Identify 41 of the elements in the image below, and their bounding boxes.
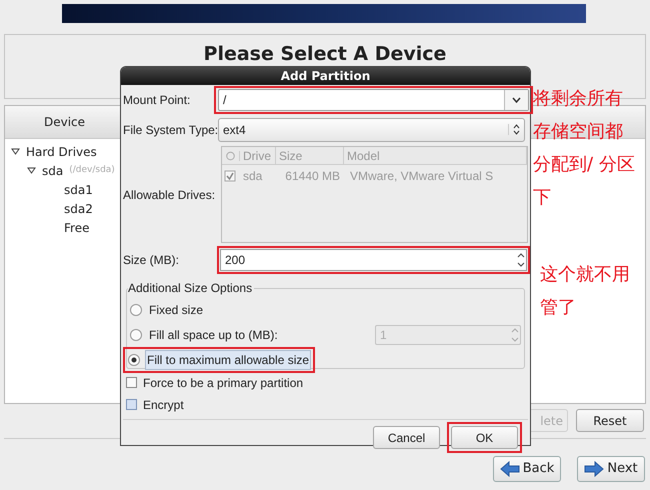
mount-point-combo[interactable]: / <box>218 89 529 111</box>
chevron-down-icon <box>512 97 521 103</box>
spin-value: 200 <box>224 252 246 269</box>
dialog-button[interactable]: Cancel <box>373 426 440 449</box>
nav-button[interactable]: Back <box>493 456 561 482</box>
annotation-note: 将剩余所有 存储空间都 分配到/ 分区 下 <box>533 87 635 210</box>
radio-label[interactable]: Fixed size <box>147 300 206 320</box>
right-arrow-icon <box>584 461 604 477</box>
table-cell-text: sda <box>242 168 264 185</box>
page-title: Please Select A Device <box>204 43 446 65</box>
spin-value: 1 <box>379 326 388 344</box>
spin-arrows-icon <box>517 252 525 268</box>
annotation-note: 这个就不用 管了 <box>540 263 630 320</box>
up-down-chevron-icon <box>513 124 520 135</box>
radio-label[interactable]: Fill to maximum allowable size <box>145 350 312 370</box>
table-cell-text: 61440 MB <box>284 168 341 185</box>
field-label: Size (MB): <box>123 252 180 269</box>
checkbox-label[interactable]: Encrypt <box>143 396 184 414</box>
spin-arrows-icon <box>511 326 519 342</box>
tree-item[interactable]: Free <box>64 218 90 236</box>
device-path: (/dev/sda) <box>69 164 115 177</box>
field-label: File System Type: <box>123 122 220 138</box>
nav-button[interactable]: Next <box>577 456 645 482</box>
table-cell-text: VMware, VMware Virtual S <box>349 168 494 185</box>
combo-value: / <box>222 92 228 109</box>
size-spinbox[interactable]: 200 <box>220 249 527 271</box>
tree-item[interactable]: sda <box>42 162 64 180</box>
group-title: Additional Size Options <box>128 280 254 296</box>
left-arrow-icon <box>500 461 520 477</box>
file-system-dropdown[interactable]: ext4 <box>218 118 525 142</box>
radio-label[interactable]: Fill all space up to (MB): <box>147 324 280 344</box>
dialog-button[interactable]: OK <box>451 426 518 449</box>
field-label: Mount Point: <box>123 92 192 109</box>
table-button[interactable]: Reset <box>576 409 644 432</box>
dropdown-value: ext4 <box>222 122 247 138</box>
tree-item[interactable]: sda2 <box>64 200 93 218</box>
tree-item[interactable]: Hard Drives <box>26 142 97 160</box>
tree-item[interactable]: sda1 <box>64 180 93 198</box>
dialog-title: Add Partition <box>121 67 530 85</box>
field-label: Allowable Drives: <box>123 186 216 204</box>
checkbox-label[interactable]: Force to be a primary partition <box>143 374 304 392</box>
